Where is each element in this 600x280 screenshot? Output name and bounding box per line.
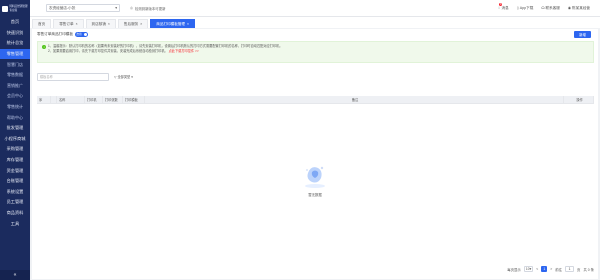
sidebar: 饲料店经销管理 专业版 首页 快速识别 统计总览 零售管理 智慧门店 零售数据 … bbox=[0, 0, 30, 280]
sidebar-item-members[interactable]: 会员中心 bbox=[0, 91, 30, 102]
tab-home[interactable]: 首页 bbox=[32, 19, 52, 28]
column-header-remark: 备注 bbox=[145, 96, 564, 103]
sidebar-item-funds[interactable]: 资金管理 bbox=[0, 165, 30, 176]
filter-icon: ▽ bbox=[114, 74, 117, 79]
tab-after-sales[interactable]: 售后服务 × bbox=[117, 19, 149, 28]
empty-illustration-icon bbox=[305, 166, 325, 188]
close-icon[interactable]: × bbox=[187, 22, 189, 26]
topbar: 农资经营店-小张 ▾ ◎ 检测到新版本可更新 ♢ 9 消息 ▯ App下载 ☊ … bbox=[30, 0, 600, 17]
sidebar-item-help[interactable]: 帮助中心 bbox=[0, 112, 30, 123]
update-notice-text: 检测到新版本可更新 bbox=[134, 6, 166, 11]
column-header-printer[interactable]: 打印机 bbox=[85, 96, 103, 103]
templates-table: 序 名称 打印机 打印张数 打印模板 备注 操作 bbox=[37, 96, 594, 104]
sidebar-item-staff[interactable]: 员工管理 bbox=[0, 197, 30, 208]
page-size-label: 每页显示 bbox=[507, 267, 521, 272]
sidebar-item-tools[interactable]: 工具 bbox=[0, 218, 30, 229]
page-size-select[interactable]: 10 ▾ bbox=[523, 266, 534, 272]
sidebar-item-quick[interactable]: 快速识别 bbox=[0, 28, 30, 39]
sidebar-item-overview[interactable]: 统计总览 bbox=[0, 38, 30, 49]
store-name: 农资经营店-小张 bbox=[49, 5, 76, 10]
user-icon: ◉ bbox=[567, 6, 572, 10]
collapse-sidebar-button[interactable]: « bbox=[0, 270, 30, 280]
page-unit: 页 bbox=[577, 267, 581, 272]
logo-subtitle: 专业版 bbox=[9, 8, 18, 12]
sidebar-item-smart-store[interactable]: 智慧门店 bbox=[0, 59, 30, 70]
support-button[interactable]: ☊ 联系客服 bbox=[541, 6, 560, 11]
sidebar-item-settings[interactable]: 系统设置 bbox=[0, 187, 30, 198]
info-icon: i bbox=[42, 44, 46, 49]
speaker-icon: ◎ bbox=[130, 6, 133, 10]
phone-icon: ▯ bbox=[516, 6, 519, 10]
tips-alert: i 1、温馨提示：默认打印机的名称（如果有未安装好的打印机），请先安装打印机，设… bbox=[37, 41, 594, 63]
user-name: 陈某某经营 bbox=[572, 5, 590, 10]
page-tabs: 首页 零售订单 × 到店核销 × 售后服务 × 商品打印模板管理 × bbox=[30, 17, 600, 28]
close-icon[interactable]: × bbox=[108, 22, 110, 26]
toggle-label: 零售订单商品打印模板 bbox=[37, 32, 73, 36]
column-header-template[interactable]: 打印模板 bbox=[123, 96, 145, 103]
app-download-button[interactable]: ▯ App下载 bbox=[517, 6, 534, 11]
update-notice[interactable]: ◎ 检测到新版本可更新 bbox=[130, 6, 165, 11]
messages-button[interactable]: ♢ 9 消息 bbox=[497, 2, 509, 11]
close-icon[interactable]: × bbox=[140, 22, 142, 26]
column-header-copies[interactable]: 打印张数 bbox=[103, 96, 123, 103]
main-content: 零售订单商品打印模板 启用 新增 i 1、温馨提示：默认打印机的名称（如果有未安… bbox=[32, 29, 598, 279]
sidebar-item-wholesale[interactable]: 批发管理 bbox=[0, 123, 30, 134]
chevron-down-icon: ▾ bbox=[131, 74, 133, 79]
tab-print-templates[interactable]: 商品打印模板管理 × bbox=[150, 19, 195, 28]
user-menu[interactable]: ◉ 陈某某经营 bbox=[568, 6, 590, 11]
tab-store-verify[interactable]: 到店核销 × bbox=[85, 19, 116, 28]
next-page-button[interactable]: > bbox=[550, 267, 552, 271]
template-toggle-row: 零售订单商品打印模板 启用 bbox=[37, 32, 88, 37]
enable-switch[interactable]: 启用 bbox=[74, 32, 88, 37]
logo-icon bbox=[2, 5, 9, 12]
message-badge: 9 bbox=[499, 2, 503, 6]
double-chevron-left-icon: « bbox=[13, 272, 17, 278]
chevron-down-icon: ▾ bbox=[115, 6, 117, 10]
table-header: 序 名称 打印机 打印张数 打印模板 备注 操作 bbox=[37, 96, 594, 104]
sidebar-item-home[interactable]: 首页 bbox=[0, 17, 30, 28]
sidebar-item-ledger[interactable]: 台账管理 bbox=[0, 176, 30, 187]
sidebar-item-inventory[interactable]: 库存管理 bbox=[0, 155, 30, 166]
add-template-button[interactable]: 新增 bbox=[574, 31, 591, 38]
tip-line-2: 2、如果需要启用打印，请先下载打印控件并安装，安装完成后系统自动检测打印机。 bbox=[48, 49, 168, 53]
goto-label: 前往 bbox=[555, 267, 563, 272]
sidebar-item-products[interactable]: 商品资料 bbox=[0, 208, 30, 219]
support-label: 联系客服 bbox=[545, 5, 560, 10]
headset-icon: ☊ bbox=[541, 6, 545, 10]
goto-page-input[interactable]: 1 bbox=[565, 266, 575, 272]
empty-text: 暂无数据 bbox=[308, 193, 322, 197]
sidebar-item-retail-stats[interactable]: 零售统计 bbox=[0, 102, 30, 113]
empty-state: 暂无数据 bbox=[300, 163, 330, 197]
column-header-name[interactable]: 名称 bbox=[57, 96, 85, 103]
store-select[interactable]: 农资经营店-小张 ▾ bbox=[46, 4, 120, 12]
sidebar-item-mini-mall[interactable]: 小程序商城 bbox=[0, 134, 30, 145]
download-plugin-link[interactable]: 点此下载打印控件 >> bbox=[169, 49, 199, 53]
template-search-input[interactable]: 模板名称 bbox=[37, 73, 109, 81]
prev-page-button[interactable]: < bbox=[536, 267, 538, 271]
top-right-actions: ♢ 9 消息 ▯ App下载 ☊ 联系客服 ◉ 陈某某经营 bbox=[497, 2, 590, 11]
sidebar-item-retail[interactable]: 零售管理 bbox=[0, 48, 30, 60]
type-select[interactable]: ▽ 全部类型 ▾ bbox=[114, 73, 136, 81]
column-header-actions: 操作 bbox=[564, 96, 594, 103]
sidebar-item-purchase[interactable]: 采购管理 bbox=[0, 144, 30, 155]
total-count: 共 0 条 bbox=[583, 267, 594, 272]
app-logo: 饲料店经销管理 专业版 bbox=[0, 0, 30, 17]
current-page[interactable]: 1 bbox=[541, 266, 548, 272]
sidebar-item-marketing[interactable]: 营销推广 bbox=[0, 81, 30, 92]
bell-icon: ♢ bbox=[497, 6, 501, 10]
pagination: 每页显示 10 ▾ < 1 > 前往 1 页 共 0 条 bbox=[507, 266, 594, 272]
sidebar-item-retail-data[interactable]: 零售数据 bbox=[0, 70, 30, 81]
filters: 模板名称 ▽ 全部类型 ▾ bbox=[37, 73, 136, 81]
column-header-index: 序 bbox=[37, 96, 51, 103]
close-icon[interactable]: × bbox=[76, 22, 78, 26]
messages-label: 消息 bbox=[501, 5, 509, 10]
app-download-label: App下载 bbox=[519, 5, 534, 10]
tab-retail-orders[interactable]: 零售订单 × bbox=[53, 19, 84, 28]
